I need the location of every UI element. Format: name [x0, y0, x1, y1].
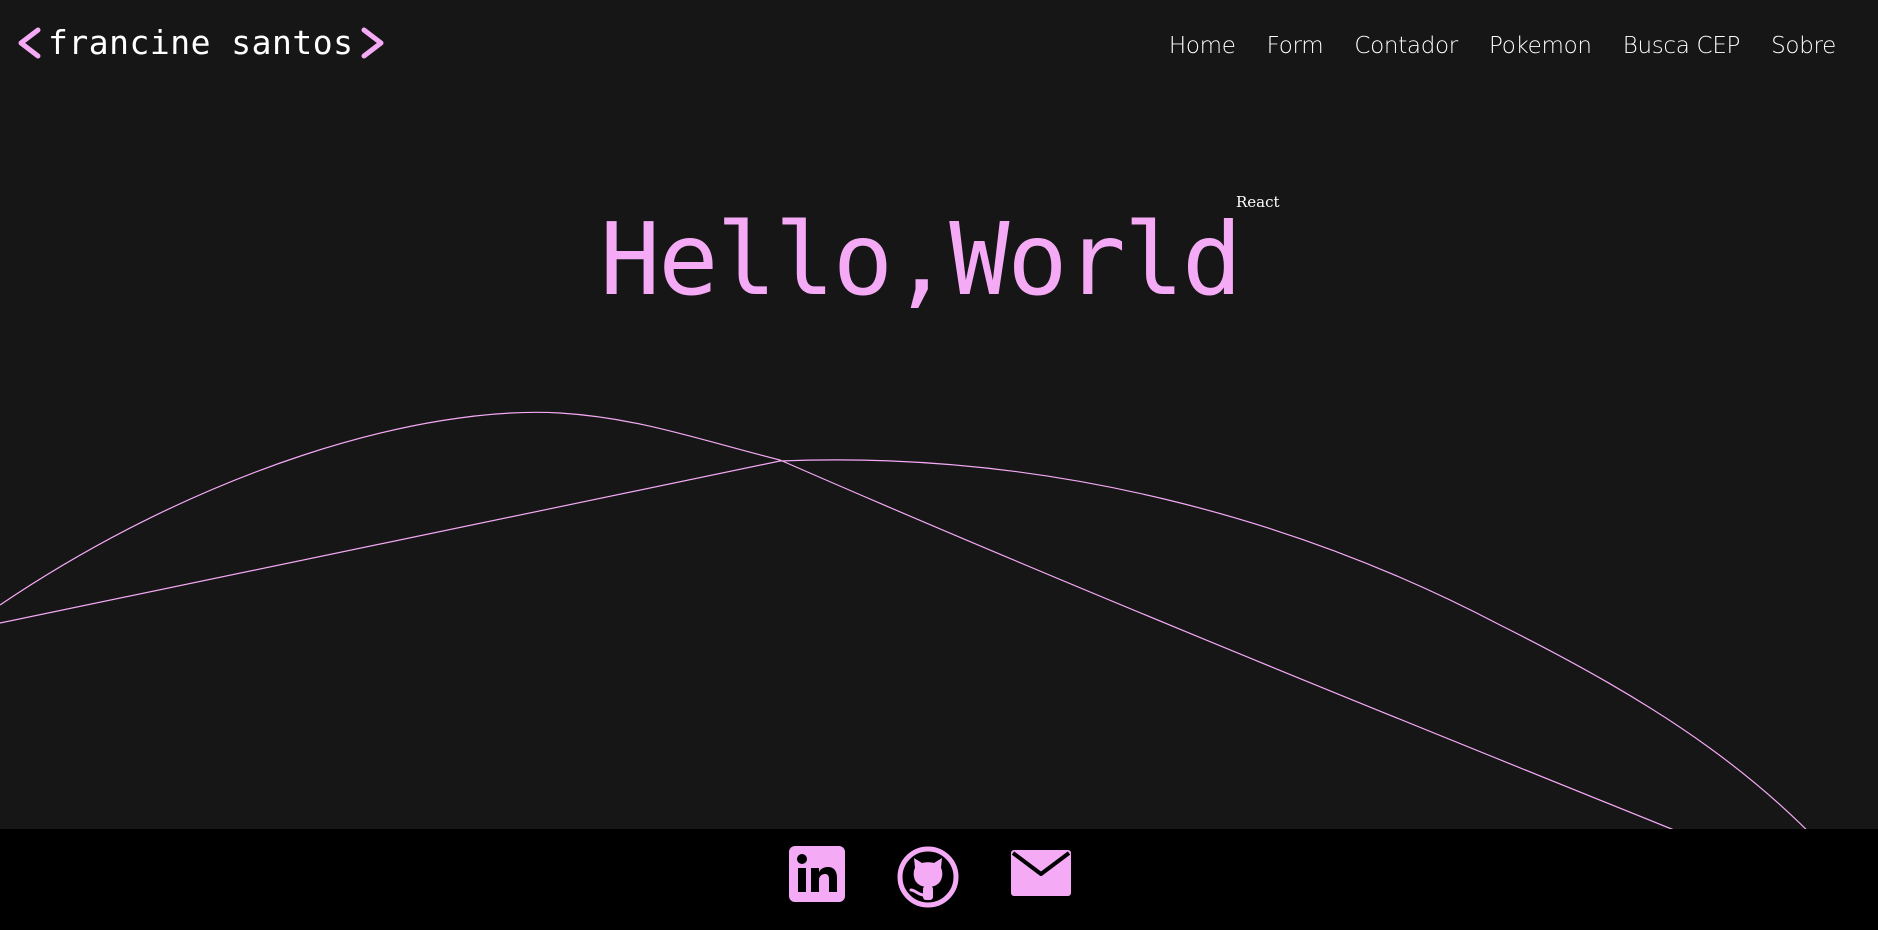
logo-home-link[interactable]: francine santos: [16, 18, 386, 68]
main-nav: Home Form Contador Pokemon Busca CEP Sob…: [1169, 26, 1836, 66]
hero-title: Hello,World: [600, 201, 1242, 318]
nav-link-form[interactable]: Form: [1267, 26, 1324, 66]
hero-badge: React: [1236, 193, 1280, 211]
nav-link-home[interactable]: Home: [1169, 26, 1236, 66]
nav-link-pokemon[interactable]: Pokemon: [1489, 26, 1592, 66]
hero: Hello,World React: [600, 193, 1280, 320]
site-footer: [0, 829, 1878, 930]
nav-link-sobre[interactable]: Sobre: [1771, 26, 1836, 66]
nav-link-contador[interactable]: Contador: [1354, 26, 1458, 66]
linkedin-link[interactable]: [789, 846, 845, 902]
logo-text: francine santos: [48, 23, 354, 62]
email-link[interactable]: [1010, 846, 1072, 898]
linkedin-icon: [789, 846, 845, 902]
site-header: francine santos Home Form Contador Pokem…: [0, 0, 1878, 90]
github-link[interactable]: [897, 846, 959, 908]
nav-link-busca-cep[interactable]: Busca CEP: [1623, 26, 1741, 66]
left-angle-bracket-icon: [18, 27, 41, 59]
right-angle-bracket-icon: [361, 27, 384, 59]
email-icon: [1011, 850, 1071, 896]
decorative-curves: [0, 411, 1878, 913]
github-icon: [897, 846, 959, 908]
